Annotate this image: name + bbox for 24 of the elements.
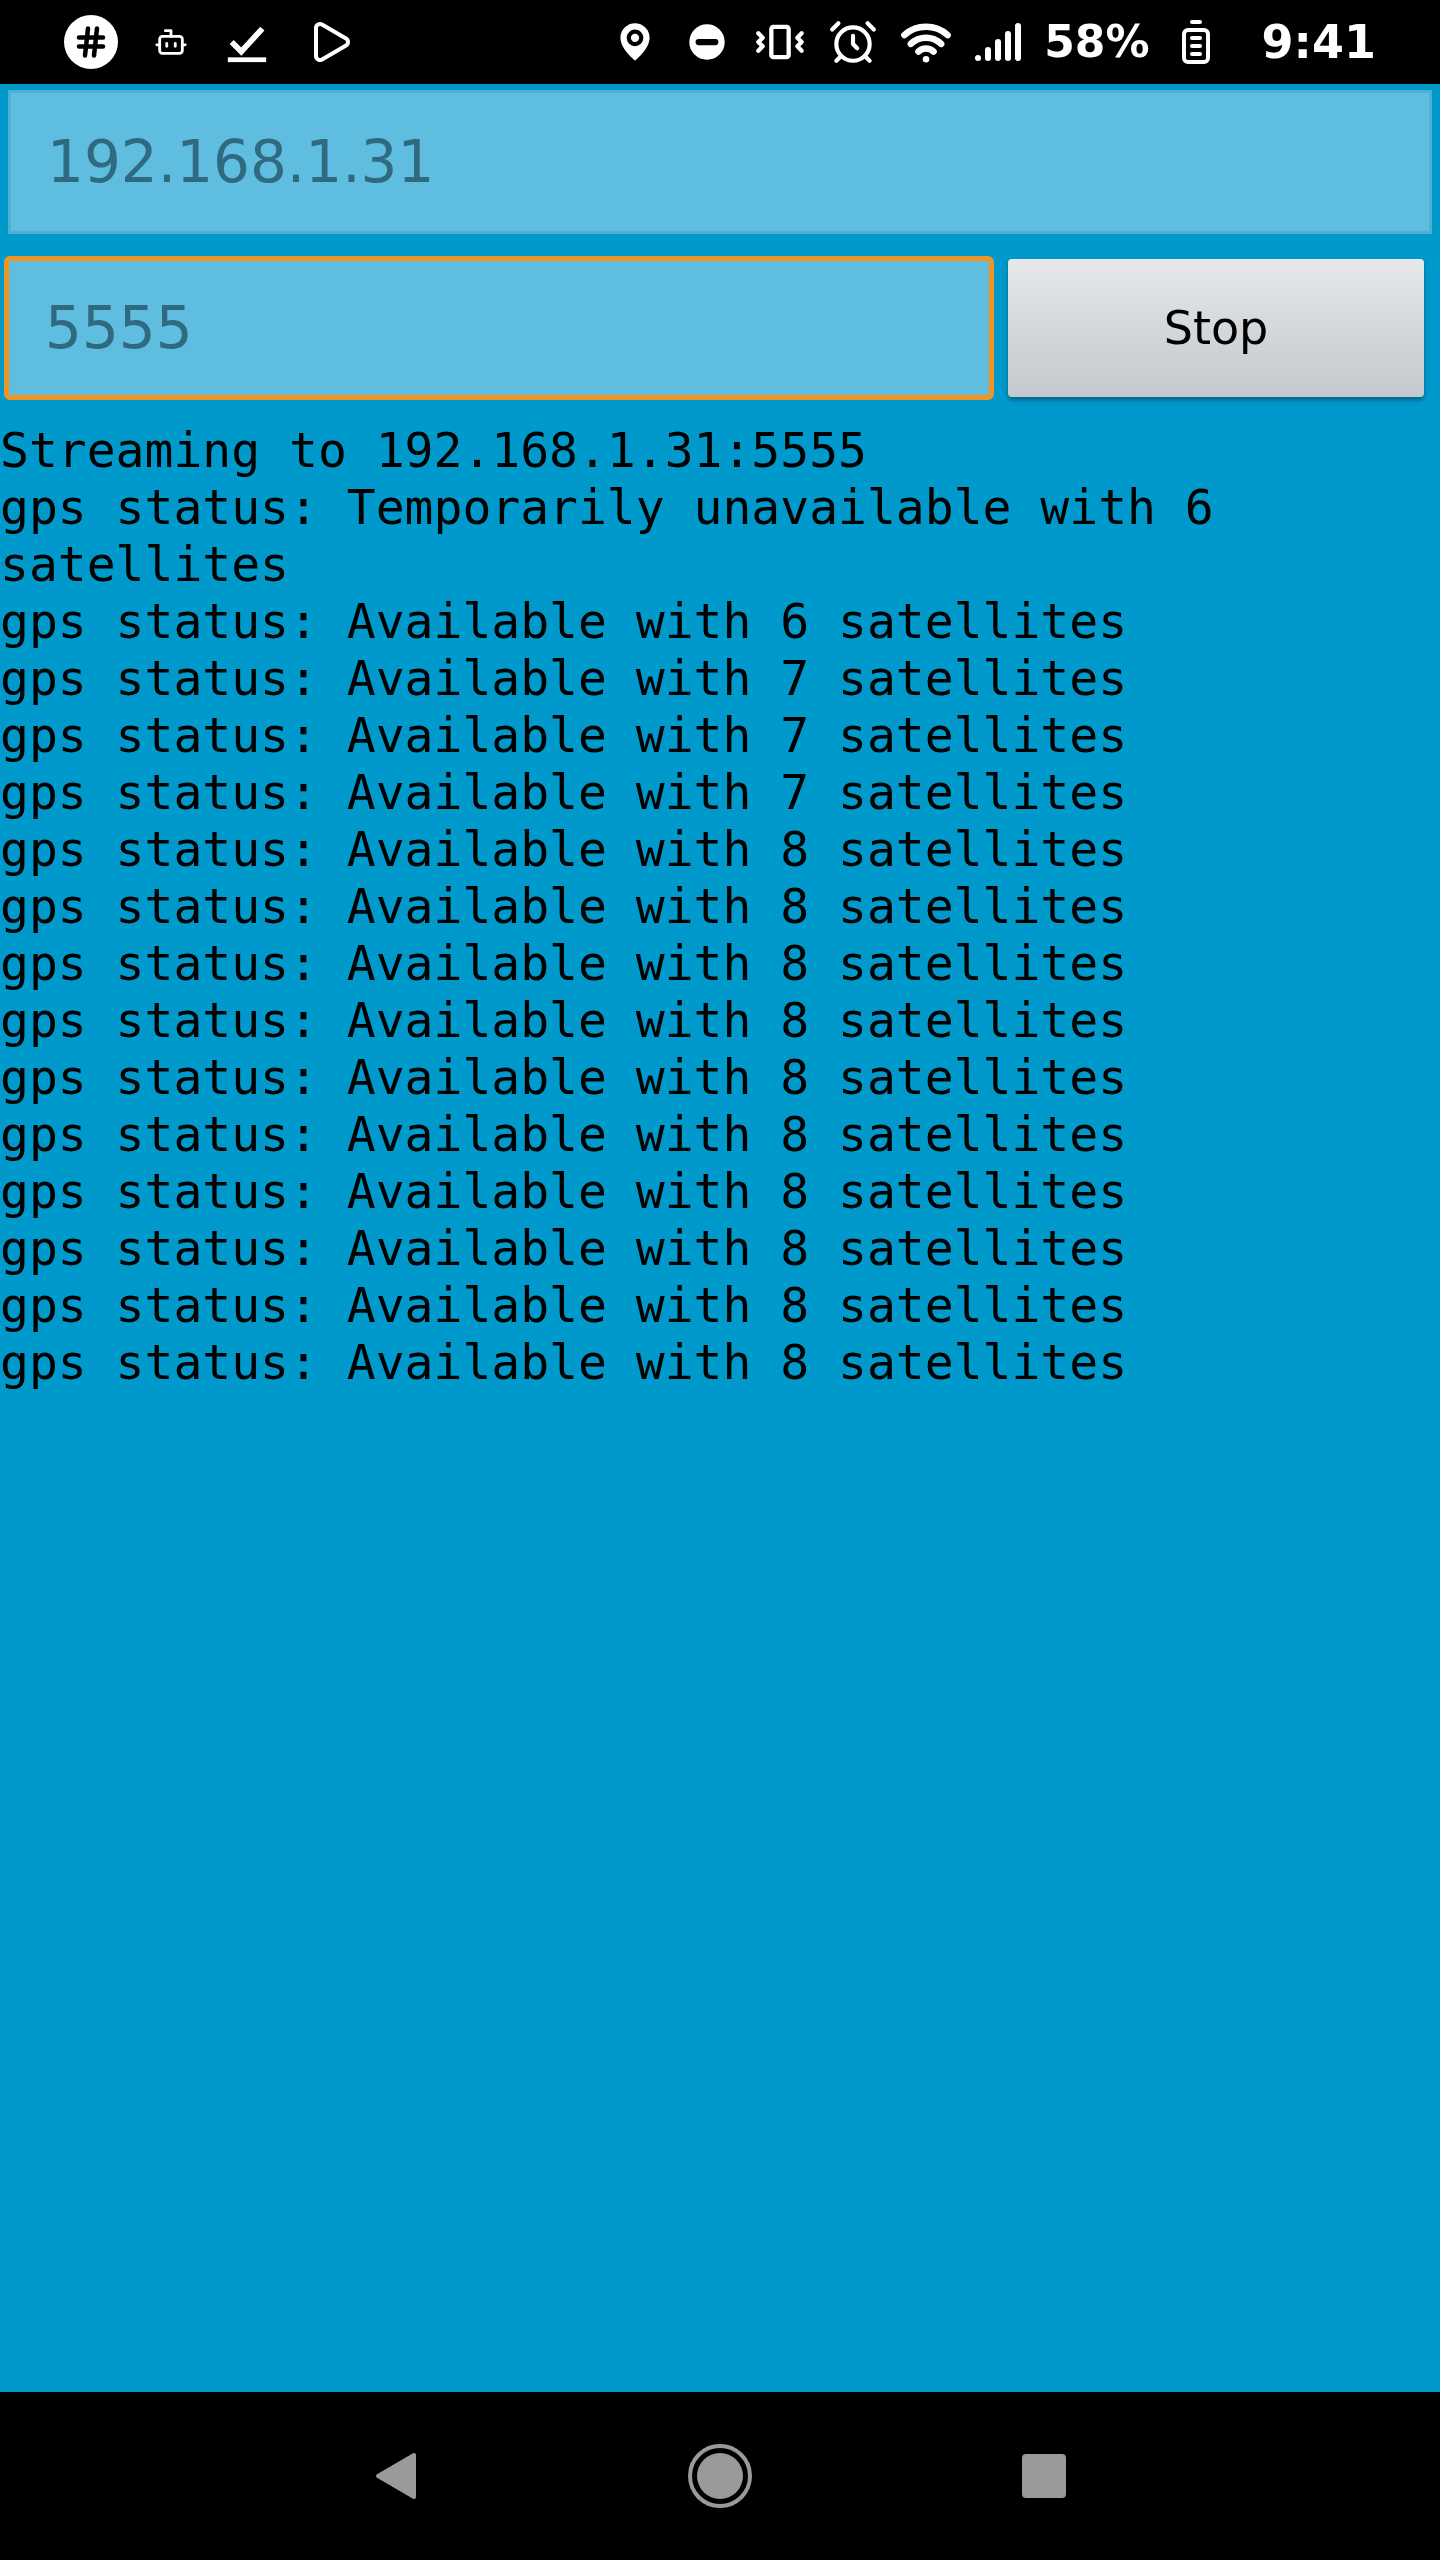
stop-button[interactable]: Stop [1008,259,1424,397]
clock: 9:41 [1261,13,1376,71]
log-line: gps status: Available with 8 satellites [0,1049,1129,1106]
log-line: Streaming to 192.168.1.31:5555 [0,422,868,479]
battery-percent: 58% [1044,15,1150,69]
log-line: gps status: Available with 8 satellites [0,1277,1129,1334]
log-line: gps status: Available with 8 satellites [0,878,1129,935]
log-line: gps status: Available with 8 satellites [0,1334,1129,1391]
text-field[interactable]: 5555 [4,256,994,400]
back-icon[interactable] [374,2451,419,2501]
log-line: gps status: Available with 7 satellites [0,650,1129,707]
log-line: gps status: Available with 7 satellites [0,707,1129,764]
log-line: gps status: Available with 7 satellites [0,764,1129,821]
home-icon[interactable] [687,2443,753,2509]
text-field[interactable]: 192.168.1.31 [8,90,1432,234]
log-line: gps status: Available with 8 satellites [0,1106,1129,1163]
log-line: gps status: Available with 8 satellites [0,1220,1129,1277]
hash-icon [64,15,118,69]
log-line: gps status: Available with 8 satellites [0,1163,1129,1220]
log-line: gps status: Available with 8 satellites [0,821,1129,878]
log-line: gps status: Available with 6 satellites [0,593,1129,650]
log-line: gps status: Available with 8 satellites [0,935,1129,992]
log-line: gps status: Available with 8 satellites [0,992,1129,1049]
recents-icon[interactable] [1021,2454,1066,2498]
